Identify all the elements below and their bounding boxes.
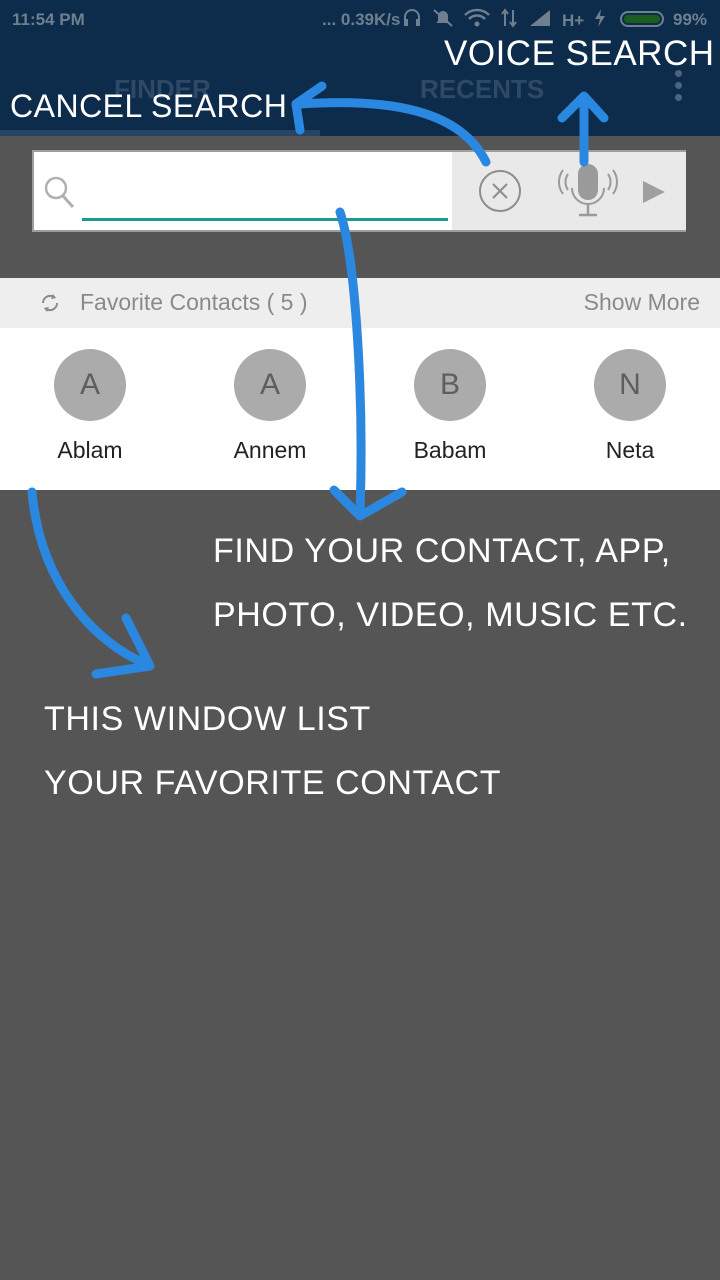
wifi-icon [464, 8, 490, 33]
arrow-favorites-head [91, 613, 155, 679]
search-icon [42, 174, 76, 210]
contact-name: Ablam [57, 437, 123, 463]
voice-search-button[interactable] [558, 160, 618, 222]
charging-icon [594, 8, 606, 33]
search-actions [452, 152, 686, 230]
mic-icon [558, 164, 618, 217]
contact-annem[interactable]: A Annem [180, 328, 360, 490]
show-more-link[interactable]: Show More [584, 289, 700, 316]
find-hint-line2: PHOTO, VIDEO, MUSIC ETC. [213, 596, 688, 634]
favorites-title: Favorite Contacts ( 5 ) [80, 289, 308, 315]
favorites-header: Favorite Contacts ( 5 ) Show More [0, 278, 720, 328]
arrow-find-head [329, 485, 407, 521]
signal-icon [528, 8, 552, 33]
contact-name: Babam [413, 437, 487, 463]
avatar: A [234, 349, 306, 421]
favorites-list: A Ablam A Annem B Babam N Neta [0, 328, 720, 490]
contact-babam[interactable]: B Babam [360, 328, 540, 490]
clear-icon [479, 170, 521, 212]
avatar: N [594, 349, 666, 421]
contact-name: Neta [605, 437, 655, 463]
avatar: B [414, 349, 486, 421]
status-icons: H+ [402, 8, 606, 33]
clear-search-button[interactable] [478, 169, 522, 213]
battery-icon [620, 11, 664, 27]
refresh-icon[interactable] [38, 291, 62, 315]
favorites-hint-line1: THIS WINDOW LIST [44, 700, 371, 738]
avatar: A [54, 349, 126, 421]
search-input[interactable] [82, 166, 448, 221]
favorites-hint-line2: YOUR FAVORITE CONTACT [44, 764, 502, 802]
overflow-menu-icon[interactable] [672, 70, 684, 106]
network-speed: ... 0.39K/s [322, 10, 401, 29]
status-time: 11:54 PM [12, 10, 85, 29]
search-bar [32, 150, 686, 232]
contact-name: Annem [233, 437, 307, 463]
tab-recents[interactable]: RECENTS [420, 74, 544, 105]
tab-indicator [0, 130, 320, 136]
send-button[interactable] [640, 178, 668, 206]
headset-icon [402, 8, 422, 33]
network-type: H+ [562, 10, 585, 30]
mute-icon [432, 8, 454, 33]
battery-percent: 99% [673, 10, 708, 29]
contact-ablam[interactable]: A Ablam [0, 328, 180, 490]
send-icon [643, 181, 665, 203]
arrow-favorites [27, 487, 151, 669]
cancel-search-label: CANCEL SEARCH [10, 88, 288, 124]
data-transfer-icon [500, 8, 518, 33]
voice-search-label: VOICE SEARCH [444, 34, 715, 73]
contact-neta[interactable]: N Neta [540, 328, 720, 490]
find-hint-line1: FIND YOUR CONTACT, APP, [213, 532, 671, 570]
